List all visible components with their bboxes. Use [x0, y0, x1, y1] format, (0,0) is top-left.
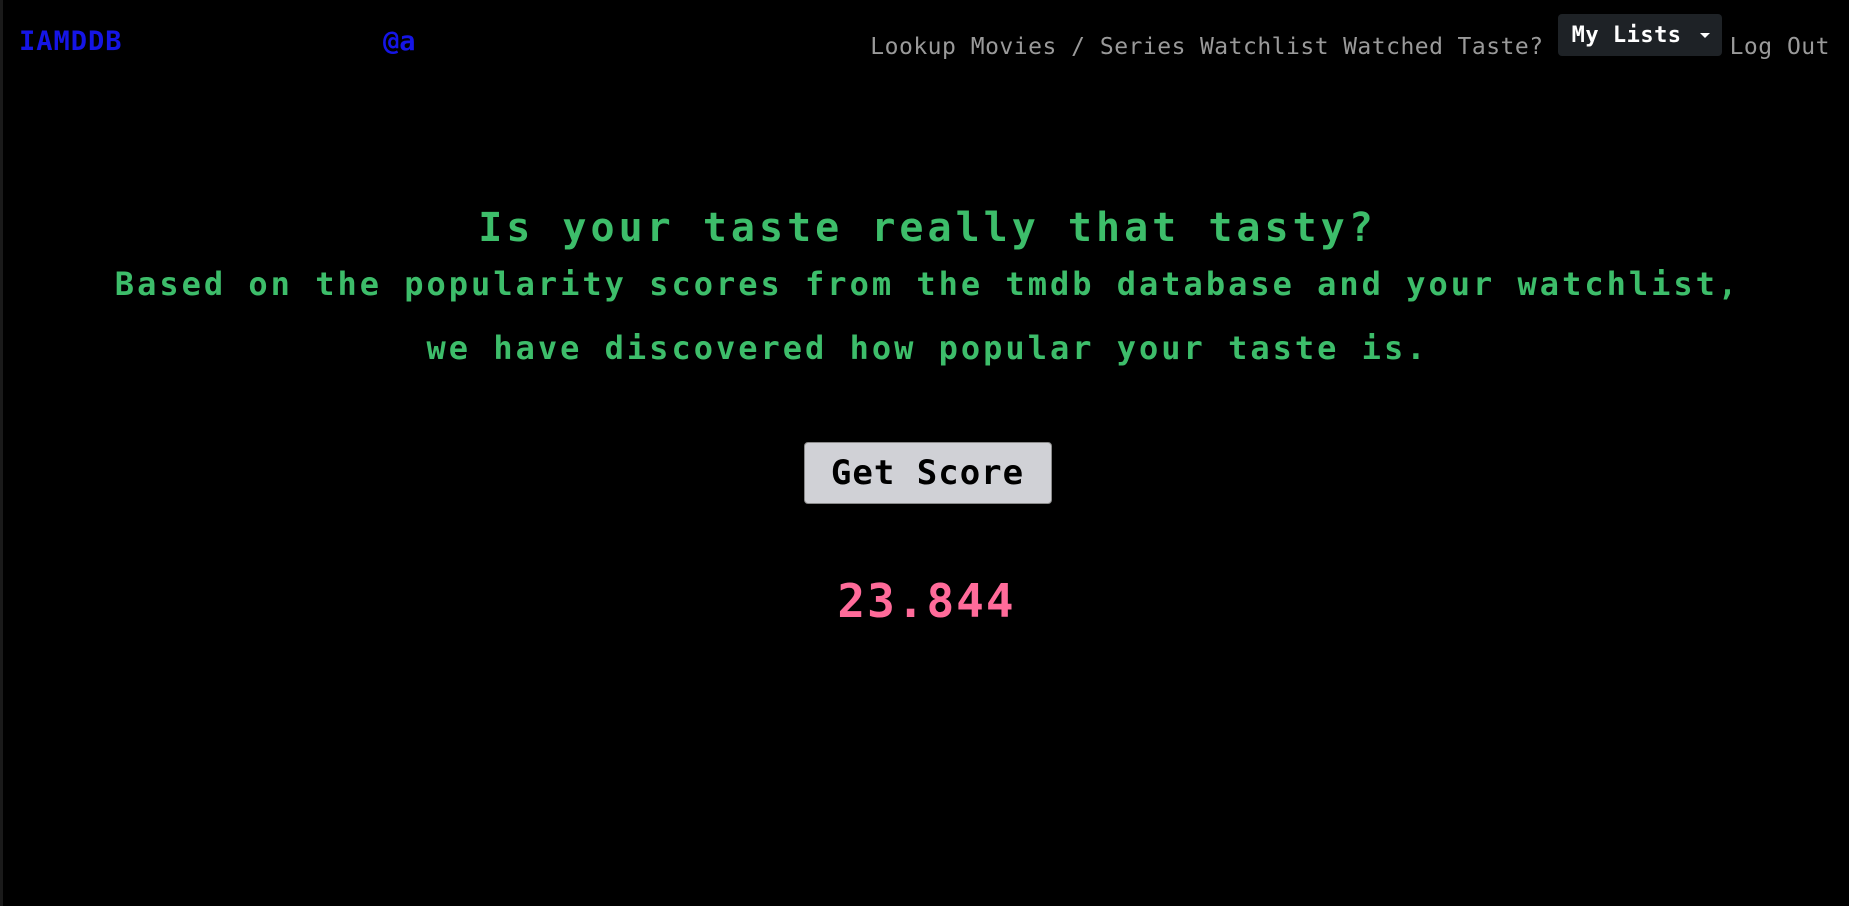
page-description: Based on the popularity scores from the …	[114, 265, 1741, 367]
user-handle-link[interactable]: @a	[383, 26, 416, 57]
nav-link-taste[interactable]: Taste?	[1458, 34, 1544, 60]
taste-score-section: Is your taste really that tasty? Based o…	[3, 190, 1849, 628]
nav-link-watched[interactable]: Watched	[1343, 34, 1443, 60]
page-heading: Is your taste really that tasty?	[478, 205, 1377, 251]
get-score-button[interactable]: Get Score	[803, 442, 1052, 504]
logout-link[interactable]: Log Out	[1730, 34, 1830, 60]
nav-link-lookup[interactable]: Lookup Movies / Series	[870, 34, 1186, 60]
brand-logo[interactable]: IAMDDB	[19, 26, 123, 57]
chevron-down-icon	[1699, 32, 1710, 38]
nav-link-watchlist[interactable]: Watchlist	[1200, 34, 1329, 60]
taste-score-value: 23.844	[837, 574, 1016, 628]
navbar: IAMDDB @a Lookup Movies / Series Watchli…	[3, 0, 1849, 90]
nav-links: Lookup Movies / Series Watchlist Watched…	[870, 14, 1830, 60]
my-lists-dropdown[interactable]: My Lists	[1557, 14, 1722, 56]
my-lists-label: My Lists	[1571, 22, 1682, 48]
